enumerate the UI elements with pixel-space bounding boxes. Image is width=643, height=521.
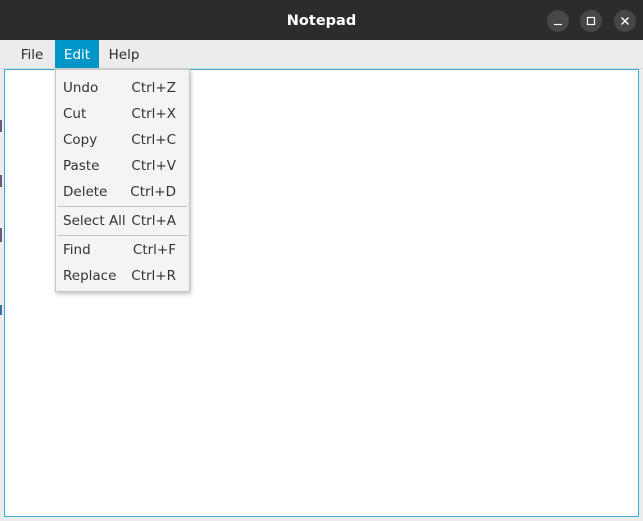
minimize-icon: [554, 23, 562, 26]
menu-item-shortcut: Ctrl+C: [131, 132, 176, 148]
menu-separator: [58, 206, 187, 207]
notepad-window: Notepad File Edit Help Undo Ctrl+Z Cut C…: [0, 0, 643, 521]
background-window-edge: [0, 228, 2, 242]
menu-item-undo[interactable]: Undo Ctrl+Z: [56, 75, 189, 101]
menu-item-shortcut: Ctrl+R: [131, 268, 176, 284]
menu-item-find[interactable]: Find Ctrl+F: [56, 237, 189, 263]
menu-bar: File Edit Help: [0, 40, 643, 69]
menu-item-label: Replace: [63, 268, 117, 284]
background-window-edge: [0, 305, 2, 315]
background-window-edge: [0, 120, 2, 132]
menu-item-label: Select All: [63, 213, 126, 229]
menu-item-replace[interactable]: Replace Ctrl+R: [56, 263, 189, 289]
menu-item-shortcut: Ctrl+X: [131, 106, 176, 122]
menu-edit[interactable]: Edit: [55, 40, 99, 68]
menu-item-label: Undo: [63, 80, 99, 96]
edit-menu-dropdown: Undo Ctrl+Z Cut Ctrl+X Copy Ctrl+C Paste…: [55, 69, 190, 292]
menu-item-label: Delete: [63, 184, 108, 200]
menu-item-shortcut: Ctrl+F: [132, 242, 176, 258]
menu-item-shortcut: Ctrl+D: [130, 184, 176, 200]
background-window-edge: [0, 175, 2, 187]
minimize-button[interactable]: [547, 10, 569, 32]
menu-item-label: Find: [63, 242, 91, 258]
menu-file[interactable]: File: [10, 40, 54, 68]
menu-item-label: Cut: [63, 106, 87, 122]
menu-item-delete[interactable]: Delete Ctrl+D: [56, 179, 189, 205]
menu-item-cut[interactable]: Cut Ctrl+X: [56, 101, 189, 127]
menu-item-shortcut: Ctrl+A: [131, 213, 176, 229]
menu-item-paste[interactable]: Paste Ctrl+V: [56, 153, 189, 179]
menu-item-select-all[interactable]: Select All Ctrl+A: [56, 208, 189, 234]
menu-separator: [58, 235, 187, 236]
title-bar[interactable]: Notepad: [0, 0, 643, 40]
menu-item-label: Copy: [63, 132, 98, 148]
maximize-icon: [586, 16, 596, 26]
maximize-button[interactable]: [580, 10, 602, 32]
close-icon: [621, 17, 629, 25]
menu-item-label: Paste: [63, 158, 100, 174]
menu-item-shortcut: Ctrl+Z: [131, 80, 176, 96]
menu-help[interactable]: Help: [101, 40, 147, 68]
menu-item-shortcut: Ctrl+V: [131, 158, 176, 174]
close-button[interactable]: [614, 10, 636, 32]
menu-item-copy[interactable]: Copy Ctrl+C: [56, 127, 189, 153]
